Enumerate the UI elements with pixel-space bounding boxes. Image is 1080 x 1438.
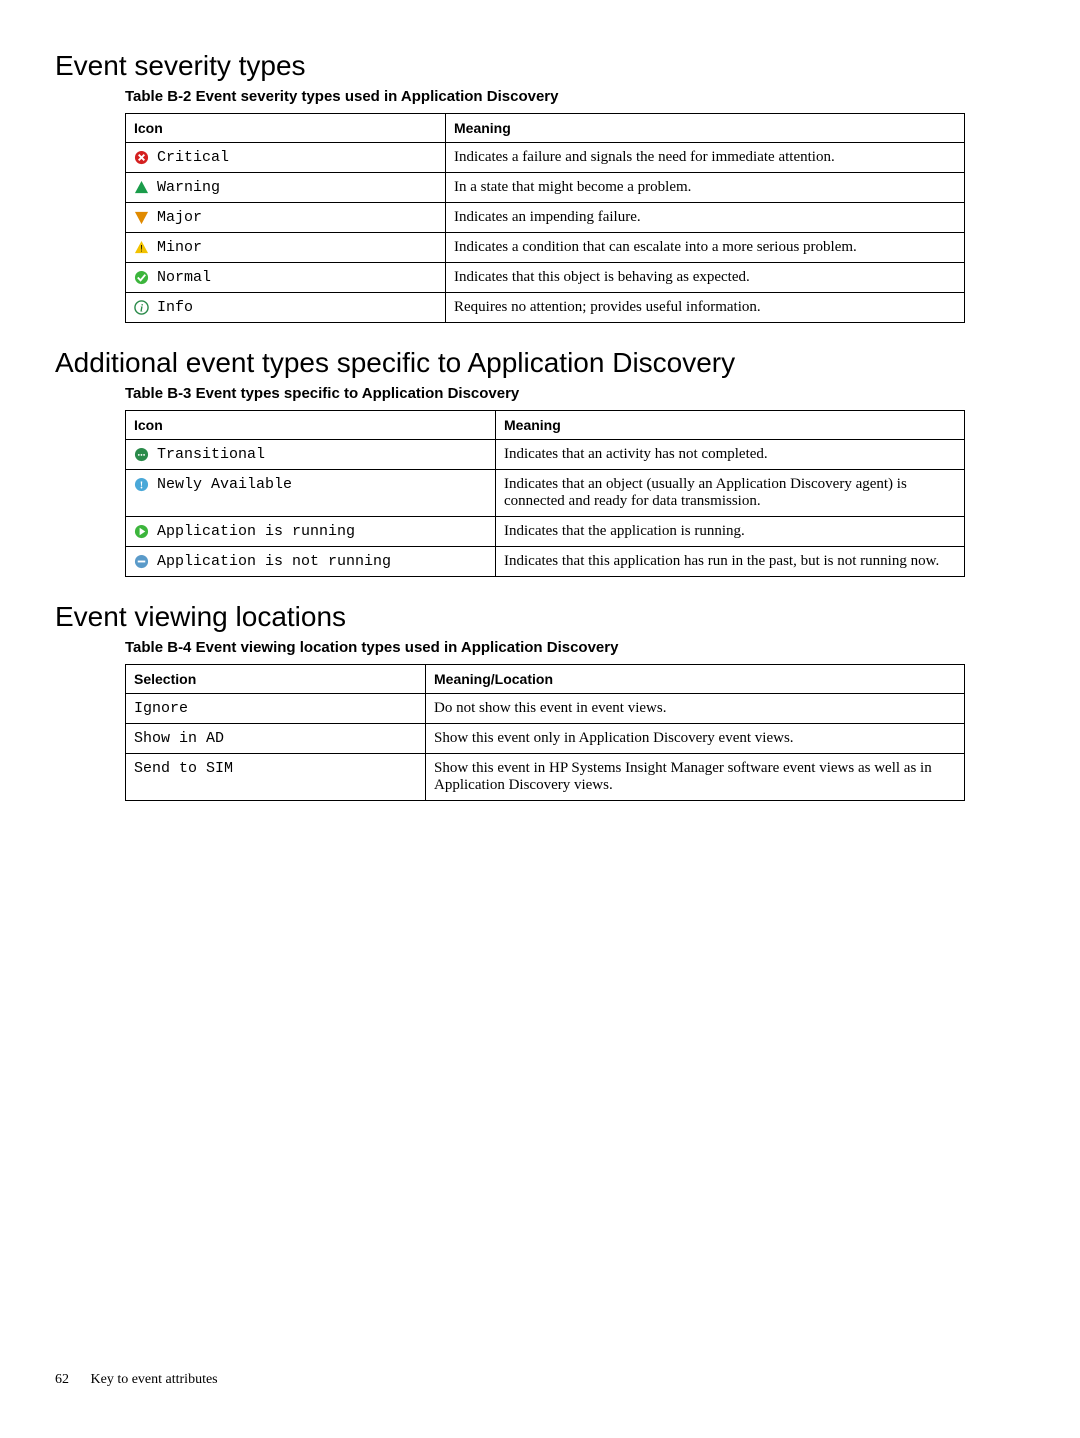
severity-meaning: Indicates a failure and signals the need…: [446, 143, 965, 173]
info-icon: i: [134, 300, 149, 315]
table-row: Normal Indicates that this object is beh…: [126, 263, 965, 293]
page-footer: 62 Key to event attributes: [55, 1372, 218, 1388]
svg-text:!: !: [140, 480, 143, 491]
table-row: Application is running Indicates that th…: [126, 517, 965, 547]
table-severity: Icon Meaning Critical Indicates a failur…: [125, 113, 965, 323]
event-meaning: Indicates that this application has run …: [496, 547, 965, 577]
event-label: Application is running: [157, 523, 355, 540]
newly-available-icon: !: [134, 477, 149, 492]
event-label: Newly Available: [157, 476, 292, 493]
severity-label: Info: [157, 299, 193, 316]
minor-icon: !: [134, 240, 149, 255]
viewing-meaning: Show this event only in Application Disc…: [426, 724, 965, 754]
svg-text:i: i: [140, 303, 143, 314]
col-meaning: Meaning: [496, 411, 965, 440]
col-icon: Icon: [126, 114, 446, 143]
table-header-row: Selection Meaning/Location: [126, 665, 965, 694]
severity-meaning: Indicates that this object is behaving a…: [446, 263, 965, 293]
viewing-selection: Ignore: [126, 694, 426, 724]
table-row: Ignore Do not show this event in event v…: [126, 694, 965, 724]
event-label: Transitional: [157, 446, 265, 463]
transitional-icon: •••: [134, 447, 149, 462]
svg-text:!: !: [140, 243, 143, 253]
page-number: 62: [55, 1372, 69, 1387]
heading-viewing: Event viewing locations: [55, 601, 1025, 633]
event-meaning: Indicates that the application is runnin…: [496, 517, 965, 547]
severity-meaning: Indicates an impending failure.: [446, 203, 965, 233]
table-row: i Info Requires no attention; provides u…: [126, 293, 965, 323]
caption-table-b4: Table B-4 Event viewing location types u…: [125, 639, 1025, 656]
severity-meaning: Requires no attention; provides useful i…: [446, 293, 965, 323]
table-row: Application is not running Indicates tha…: [126, 547, 965, 577]
app-running-icon: [134, 524, 149, 539]
table-row: ! Minor Indicates a condition that can e…: [126, 233, 965, 263]
app-not-running-icon: [134, 554, 149, 569]
table-viewing: Selection Meaning/Location Ignore Do not…: [125, 664, 965, 801]
caption-table-b2: Table B-2 Event severity types used in A…: [125, 88, 1025, 105]
event-label: Application is not running: [157, 553, 391, 570]
table-row: Show in AD Show this event only in Appli…: [126, 724, 965, 754]
table-header-row: Icon Meaning: [126, 411, 965, 440]
severity-label: Critical: [157, 149, 229, 166]
col-meaning-location: Meaning/Location: [426, 665, 965, 694]
major-icon: [134, 210, 149, 225]
severity-label: Minor: [157, 239, 202, 256]
viewing-selection: Send to SIM: [126, 754, 426, 801]
table-row: Major Indicates an impending failure.: [126, 203, 965, 233]
severity-label: Normal: [157, 269, 211, 286]
severity-label: Warning: [157, 179, 220, 196]
col-icon: Icon: [126, 411, 496, 440]
severity-meaning: Indicates a condition that can escalate …: [446, 233, 965, 263]
table-header-row: Icon Meaning: [126, 114, 965, 143]
severity-label: Major: [157, 209, 202, 226]
svg-text:•••: •••: [138, 450, 146, 459]
caption-table-b3: Table B-3 Event types specific to Applic…: [125, 385, 1025, 402]
col-meaning: Meaning: [446, 114, 965, 143]
table-row: ! Newly Available Indicates that an obje…: [126, 470, 965, 517]
event-meaning: Indicates that an object (usually an App…: [496, 470, 965, 517]
viewing-meaning: Do not show this event in event views.: [426, 694, 965, 724]
severity-meaning: In a state that might become a problem.: [446, 173, 965, 203]
critical-icon: [134, 150, 149, 165]
heading-additional: Additional event types specific to Appli…: [55, 347, 1025, 379]
viewing-meaning: Show this event in HP Systems Insight Ma…: [426, 754, 965, 801]
col-selection: Selection: [126, 665, 426, 694]
footer-title: Key to event attributes: [91, 1372, 218, 1387]
heading-severity: Event severity types: [55, 50, 1025, 82]
table-row: Send to SIM Show this event in HP System…: [126, 754, 965, 801]
table-row: Critical Indicates a failure and signals…: [126, 143, 965, 173]
table-additional: Icon Meaning ••• Transitional Indicates …: [125, 410, 965, 577]
table-row: Warning In a state that might become a p…: [126, 173, 965, 203]
viewing-selection: Show in AD: [126, 724, 426, 754]
table-row: ••• Transitional Indicates that an activ…: [126, 440, 965, 470]
normal-icon: [134, 270, 149, 285]
event-meaning: Indicates that an activity has not compl…: [496, 440, 965, 470]
warning-icon: [134, 180, 149, 195]
